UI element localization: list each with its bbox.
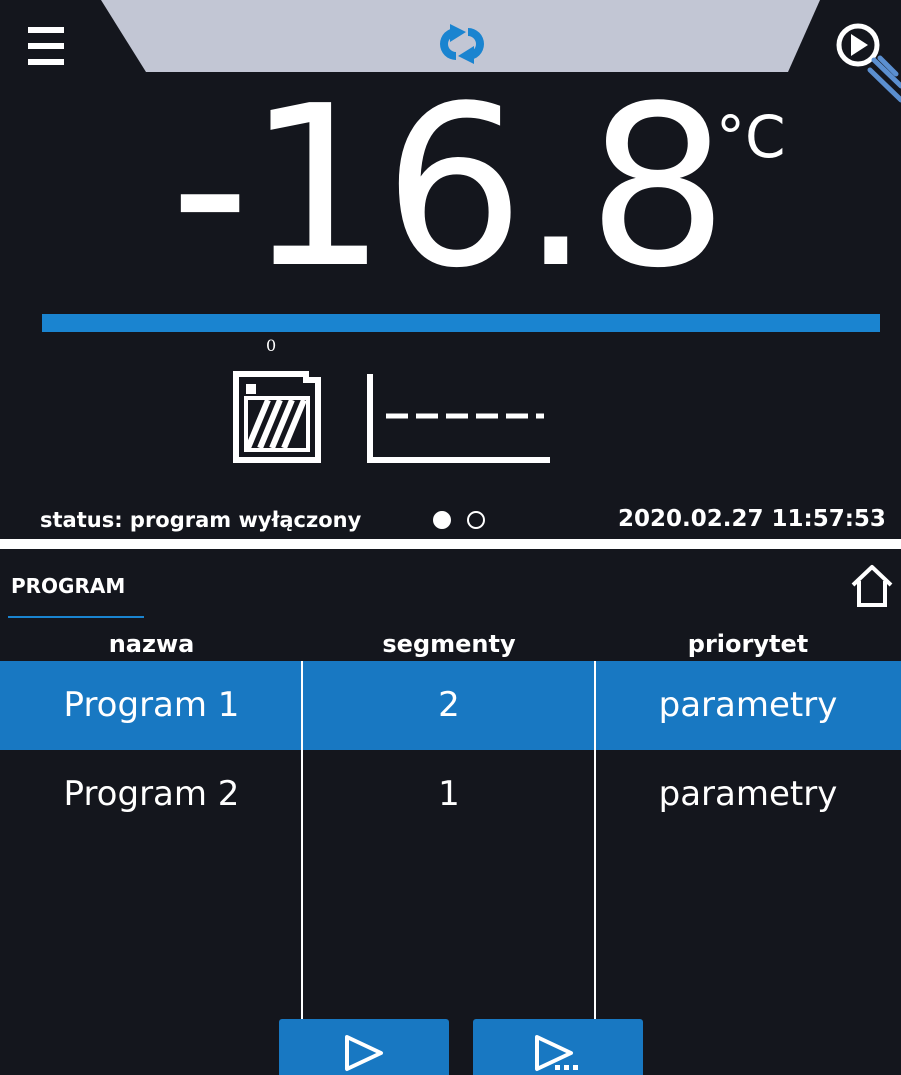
status-text: status: program wyłączony — [40, 508, 362, 532]
table-row[interactable]: Program 2 1 parametry — [0, 750, 901, 839]
temperature-progress-fill — [42, 314, 880, 332]
chart-icon[interactable] — [364, 370, 554, 466]
column-header-name: nazwa — [108, 630, 195, 658]
play-more-icon — [535, 1035, 578, 1071]
temperature-unit: °C — [716, 103, 786, 171]
play-icon — [345, 1035, 383, 1071]
date-time: 2020.02.27 11:57:53 — [618, 506, 886, 532]
program-screen: PROGRAM nazwa segmenty priorytet Program… — [0, 549, 901, 1075]
segments-cell: 1 — [438, 774, 460, 814]
priority-cell: parametry — [658, 685, 838, 725]
chamber-count: 0 — [266, 336, 277, 355]
chamber-icon[interactable] — [232, 370, 324, 464]
temperature-value: -16.8 — [170, 59, 728, 317]
program-name-cell: Program 2 — [63, 774, 240, 814]
column-divider — [594, 661, 596, 1044]
table-row[interactable]: Program 1 2 parametry — [0, 661, 901, 750]
start-program-button[interactable] — [279, 1019, 449, 1075]
column-header-priority: priorytet — [687, 630, 809, 658]
menu-icon[interactable] — [28, 25, 64, 69]
main-screen: -16.8 °C 0 status: program wyłączony 202… — [0, 0, 901, 539]
page-dot-2[interactable] — [467, 511, 485, 529]
program-name-cell: Program 1 — [63, 685, 240, 725]
column-divider — [301, 661, 303, 1044]
play-circle-icon[interactable] — [834, 20, 901, 120]
section-title: PROGRAM — [11, 574, 126, 598]
column-header-segments: segmenty — [382, 630, 516, 658]
temperature-progress-bar — [42, 314, 880, 332]
start-program-options-button[interactable] — [473, 1019, 643, 1075]
priority-cell: parametry — [658, 774, 838, 814]
page-dot-1[interactable] — [433, 511, 451, 529]
segments-cell: 2 — [438, 685, 460, 725]
home-icon[interactable] — [849, 563, 895, 609]
section-title-underline — [8, 616, 144, 618]
